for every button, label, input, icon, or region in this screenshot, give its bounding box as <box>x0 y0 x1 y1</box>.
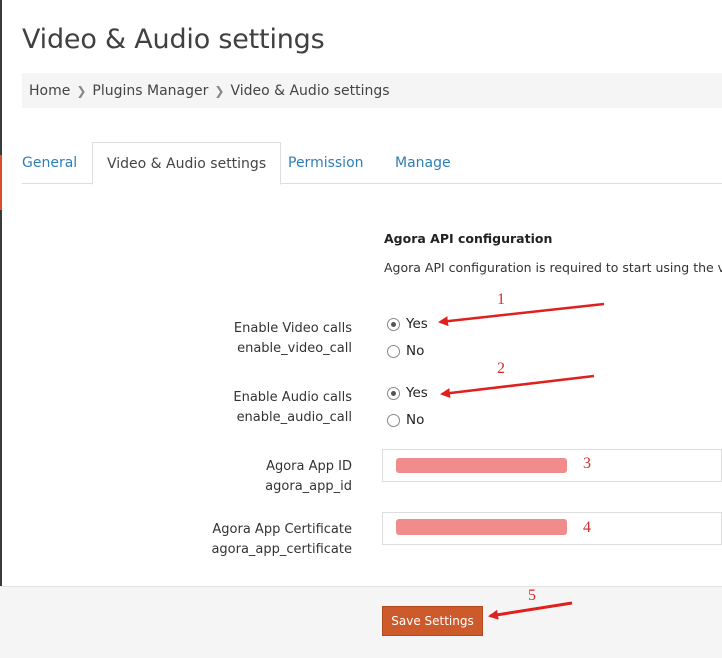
annotation-arrow-1 <box>438 302 605 327</box>
video-no-radio[interactable] <box>387 344 400 358</box>
section-description: Agora API configuration is required to s… <box>384 260 722 275</box>
breadcrumb-plugins-manager[interactable]: Plugins Manager <box>92 83 208 99</box>
app-id-label: Agora App ID agora_app_id <box>265 457 352 497</box>
video-call-label-text: Enable Video calls <box>233 321 352 336</box>
section-title: Agora API configuration <box>384 231 553 246</box>
tab-permission[interactable]: Permission <box>288 142 364 184</box>
video-call-label: Enable Video calls enable_video_call <box>234 319 352 359</box>
audio-yes-radio[interactable] <box>387 386 400 400</box>
audio-call-label: Enable Audio calls enable_audio_call <box>233 388 352 428</box>
annotation-number-5: 5 <box>528 587 536 604</box>
save-settings-button[interactable]: Save Settings <box>382 606 483 636</box>
app-id-key: agora_app_id <box>265 479 352 494</box>
left-border <box>0 0 2 658</box>
app-cert-key: agora_app_certificate <box>211 542 352 557</box>
app-cert-label-text: Agora App Certificate <box>212 522 352 537</box>
chevron-right-icon: ❯ <box>76 83 87 98</box>
annotation-number-2: 2 <box>497 360 505 377</box>
annotation-number-3: 3 <box>583 455 591 472</box>
annotation-number-1: 1 <box>497 291 505 308</box>
video-yes-label: Yes <box>406 316 428 332</box>
redaction-mark <box>396 458 567 473</box>
tab-bar: General Video & Audio settings Permissio… <box>22 142 722 185</box>
active-indicator <box>0 155 2 210</box>
video-call-key: enable_video_call <box>237 341 352 356</box>
audio-no-label: No <box>406 412 425 428</box>
app-id-label-text: Agora App ID <box>266 459 352 474</box>
chevron-right-icon: ❯ <box>214 83 225 98</box>
audio-yes-option[interactable]: Yes <box>387 385 428 401</box>
audio-call-key: enable_audio_call <box>236 410 352 425</box>
page-title: Video & Audio settings <box>22 24 325 55</box>
tab-manage[interactable]: Manage <box>395 142 451 184</box>
breadcrumb-home[interactable]: Home <box>29 83 70 99</box>
form-footer <box>0 586 722 658</box>
app-cert-label: Agora App Certificate agora_app_certific… <box>211 520 352 560</box>
video-yes-option[interactable]: Yes <box>387 316 428 332</box>
audio-yes-label: Yes <box>406 385 428 401</box>
audio-no-option[interactable]: No <box>387 412 424 428</box>
tab-video-audio-settings[interactable]: Video & Audio settings <box>92 142 282 185</box>
redaction-mark <box>396 519 567 535</box>
video-no-option[interactable]: No <box>387 343 424 359</box>
annotation-arrow-2 <box>440 374 595 399</box>
audio-no-radio[interactable] <box>387 413 400 427</box>
audio-call-label-text: Enable Audio calls <box>233 390 352 405</box>
video-yes-radio[interactable] <box>387 317 400 331</box>
breadcrumb-current: Video & Audio settings <box>230 82 390 99</box>
breadcrumb: Home ❯ Plugins Manager ❯ Video & Audio s… <box>22 73 722 108</box>
tab-general[interactable]: General <box>22 142 77 184</box>
video-no-label: No <box>406 343 425 359</box>
annotation-number-4: 4 <box>583 519 591 536</box>
